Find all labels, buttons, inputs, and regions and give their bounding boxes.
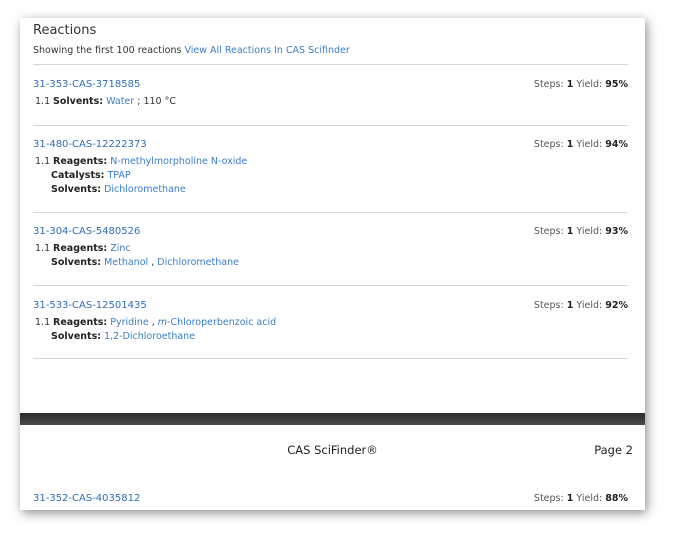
- solvent-link[interactable]: Methanol: [104, 257, 148, 268]
- reaction-meta: Steps: 1 Yield: 93%: [534, 226, 628, 237]
- steps-value: 1: [566, 226, 574, 237]
- yield-label: Yield:: [576, 139, 603, 150]
- condition-row: 1.1 Reagents: N-methylmorpholine N-oxide: [35, 156, 247, 167]
- solvents-label: Solvents:: [51, 257, 102, 268]
- page-top-section: Reactions Showing the first 100 reaction…: [20, 18, 645, 413]
- reaction-id-link[interactable]: 31-352-CAS-4035812: [33, 493, 140, 504]
- solvents-label: Solvents:: [53, 96, 104, 107]
- yield-label: Yield:: [576, 226, 603, 237]
- section-title: Reactions: [33, 23, 97, 38]
- yield-value: 93%: [605, 226, 628, 237]
- condition-row: Solvents: 1,2-Dichloroethane: [51, 331, 195, 342]
- page-number: Page 2: [594, 443, 633, 457]
- reaction-item: 31-480-CAS-12222373 Steps: 1 Yield: 94% …: [33, 139, 628, 199]
- divider: [33, 212, 628, 213]
- temperature-text: ; 110 °C: [137, 96, 176, 107]
- reagent-prefix: m: [157, 317, 168, 328]
- reagent-name: -Chloroperbenzoic acid: [167, 317, 277, 328]
- reaction-meta: Steps: 1 Yield: 95%: [534, 79, 628, 90]
- yield-label: Yield:: [576, 79, 603, 90]
- reaction-item: 31-352-CAS-4035812 Steps: 1 Yield: 88%: [33, 493, 628, 509]
- showing-text: Showing the first 100 reactions: [33, 45, 182, 56]
- page-header-title: CAS SciFinder®: [287, 443, 378, 457]
- step-number: 1.1: [35, 156, 51, 167]
- reaction-id-link[interactable]: 31-353-CAS-3718585: [33, 79, 140, 90]
- reaction-id-link[interactable]: 31-480-CAS-12222373: [33, 139, 147, 150]
- reaction-id-link[interactable]: 31-304-CAS-5480526: [33, 226, 140, 237]
- step-number: 1.1: [35, 317, 51, 328]
- steps-value: 1: [566, 493, 574, 504]
- steps-label: Steps:: [533, 79, 564, 90]
- showing-summary: Showing the first 100 reactions View All…: [33, 45, 350, 56]
- steps-value: 1: [566, 300, 574, 311]
- steps-label: Steps:: [533, 493, 564, 504]
- document-page: Reactions Showing the first 100 reaction…: [20, 18, 645, 510]
- steps-label: Steps:: [533, 139, 564, 150]
- steps-value: 1: [566, 139, 574, 150]
- reagent-link[interactable]: m-Chloroperbenzoic acid: [158, 317, 276, 328]
- reagent-link[interactable]: N-methylmorpholine N-oxide: [110, 156, 247, 167]
- catalyst-link[interactable]: TPAP: [107, 170, 130, 181]
- reagent-link[interactable]: Zinc: [110, 243, 130, 254]
- yield-value: 88%: [605, 493, 628, 504]
- step-number: 1.1: [35, 96, 51, 107]
- solvent-link[interactable]: Dichloromethane: [157, 257, 239, 268]
- reagents-label: Reagents:: [53, 243, 108, 254]
- reagents-label: Reagents:: [53, 317, 108, 328]
- view-all-reactions-link[interactable]: View All Reactions In CAS Scifinder: [184, 45, 349, 56]
- reaction-id-link[interactable]: 31-533-CAS-12501435: [33, 300, 147, 311]
- yield-value: 92%: [605, 300, 628, 311]
- divider: [33, 358, 628, 359]
- separator: ,: [151, 257, 155, 268]
- yield-label: Yield:: [576, 300, 603, 311]
- yield-label: Yield:: [576, 493, 603, 504]
- yield-value: 95%: [605, 79, 628, 90]
- condition-row: 1.1 Reagents: Pyridine , m-Chloroperbenz…: [35, 317, 276, 328]
- step-number: 1.1: [35, 243, 51, 254]
- catalysts-label: Catalysts:: [51, 170, 105, 181]
- solvents-label: Solvents:: [51, 331, 102, 342]
- condition-row: Catalysts: TPAP: [51, 170, 131, 181]
- steps-value: 1: [566, 79, 574, 90]
- separator: ,: [151, 317, 155, 328]
- solvent-link[interactable]: Dichloromethane: [104, 184, 186, 195]
- reagent-link[interactable]: Pyridine: [110, 317, 148, 328]
- divider: [33, 125, 628, 126]
- steps-label: Steps:: [533, 226, 564, 237]
- reaction-meta: Steps: 1 Yield: 94%: [534, 139, 628, 150]
- condition-row: 1.1 Reagents: Zinc: [35, 243, 131, 254]
- yield-value: 94%: [605, 139, 628, 150]
- reagents-label: Reagents:: [53, 156, 108, 167]
- solvent-link[interactable]: Water: [106, 96, 134, 107]
- condition-row: Solvents: Methanol , Dichloromethane: [51, 257, 239, 268]
- solvent-link[interactable]: 1,2-Dichloroethane: [104, 331, 195, 342]
- page-break-band: [20, 413, 645, 425]
- divider: [33, 64, 628, 65]
- reaction-item: 31-353-CAS-3718585 Steps: 1 Yield: 95% 1…: [33, 79, 628, 119]
- divider: [33, 285, 628, 286]
- condition-row: Solvents: Dichloromethane: [51, 184, 186, 195]
- condition-row: 1.1 Solvents: Water ; 110 °C: [35, 96, 176, 107]
- reaction-item: 31-533-CAS-12501435 Steps: 1 Yield: 92% …: [33, 300, 628, 346]
- solvents-label: Solvents:: [51, 184, 102, 195]
- reaction-meta: Steps: 1 Yield: 88%: [534, 493, 628, 504]
- reaction-meta: Steps: 1 Yield: 92%: [534, 300, 628, 311]
- reaction-item: 31-304-CAS-5480526 Steps: 1 Yield: 93% 1…: [33, 226, 628, 272]
- steps-label: Steps:: [533, 300, 564, 311]
